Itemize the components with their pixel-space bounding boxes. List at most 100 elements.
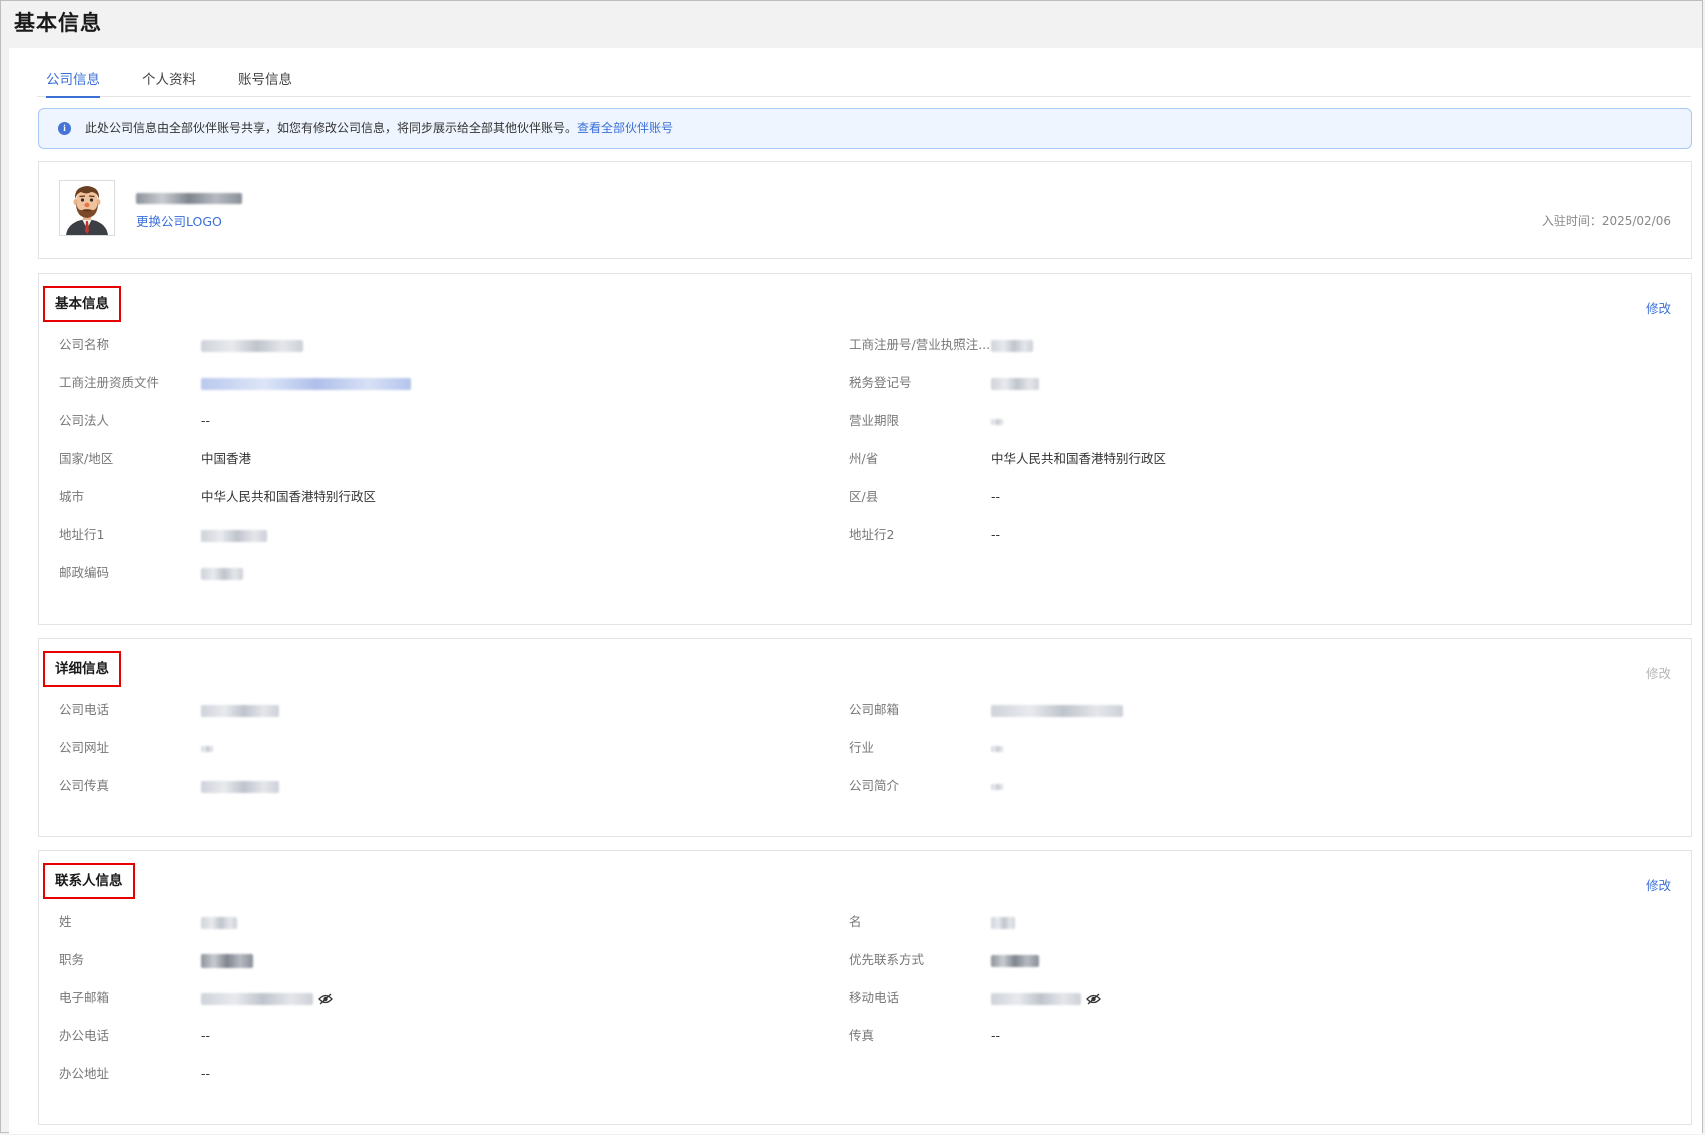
field-position: 职务 [59, 951, 839, 969]
field-value-redacted [201, 336, 303, 354]
field-label: 城市 [59, 489, 85, 504]
field-value: -- [991, 489, 1001, 504]
field-label: 营业期限 [849, 413, 900, 428]
field-value-redacted [991, 989, 1101, 1007]
field-value: -- [201, 1066, 211, 1081]
field-office-address: 办公地址 -- [59, 1065, 839, 1083]
field-company-website: 公司网址 [59, 739, 839, 757]
field-postcode: 邮政编码 [59, 564, 839, 582]
field-label: 办公电话 [59, 1028, 110, 1043]
basic-info-section: 基本信息 修改 公司名称 工商注册号/营业执照注... 工商注册资质文件 税务登… [38, 273, 1692, 625]
view-all-partners-link[interactable]: 查看全部伙伴账号 [577, 121, 673, 135]
field-label: 办公地址 [59, 1066, 110, 1081]
field-fax: 传真 -- [849, 1027, 1629, 1045]
eye-slash-icon[interactable] [318, 993, 333, 1005]
field-value-redacted [201, 739, 213, 757]
detail-info-section: 详细信息 修改 公司电话 公司邮箱 公司网址 行业 公司传真 公司简介 [38, 638, 1692, 837]
edit-detail-button[interactable]: 修改 [1646, 663, 1671, 682]
field-district: 区/县 -- [849, 488, 1629, 506]
field-label: 公司网址 [59, 740, 110, 755]
field-value: -- [201, 1028, 211, 1043]
field-label: 地址行2 [849, 527, 895, 542]
field-email: 电子邮箱 [59, 989, 839, 1007]
change-logo-link[interactable]: 更换公司LOGO [136, 211, 222, 230]
edit-basic-button[interactable]: 修改 [1646, 298, 1671, 317]
field-last-name: 姓 [59, 913, 839, 931]
field-industry: 行业 [849, 739, 1629, 757]
field-value-redacted [201, 777, 279, 795]
field-label: 移动电话 [849, 990, 900, 1005]
field-value-redacted [201, 913, 237, 931]
company-name-redacted [136, 188, 242, 207]
field-value-redacted [991, 913, 1015, 931]
field-label: 州/省 [849, 451, 879, 466]
field-value-redacted [991, 701, 1123, 719]
field-value: 中华人民共和国香港特别行政区 [991, 451, 1167, 466]
field-label: 公司电话 [59, 702, 110, 717]
field-value: -- [991, 527, 1001, 542]
field-registration-number: 工商注册号/营业执照注... [849, 336, 1629, 354]
field-label: 工商注册资质文件 [59, 375, 160, 390]
field-address-line-1: 地址行1 [59, 526, 839, 544]
edit-contact-button[interactable]: 修改 [1646, 875, 1671, 894]
field-company-intro: 公司简介 [849, 777, 1629, 795]
field-label: 工商注册号/营业执照注... [849, 337, 991, 352]
field-company-phone: 公司电话 [59, 701, 839, 719]
field-value-redacted [201, 564, 243, 582]
registration-file-link[interactable] [201, 374, 411, 392]
field-country: 国家/地区 中国香港 [59, 450, 839, 468]
avatar-image [60, 181, 114, 235]
field-value-redacted [991, 412, 1003, 430]
section-title-basic: 基本信息 [43, 286, 121, 322]
field-label: 公司名称 [59, 337, 110, 352]
field-province: 州/省 中华人民共和国香港特别行政区 [849, 450, 1629, 468]
field-label: 姓 [59, 914, 72, 929]
field-first-name: 名 [849, 913, 1629, 931]
field-label: 优先联系方式 [849, 952, 925, 967]
field-label: 邮政编码 [59, 565, 110, 580]
join-time: 入驻时间：2025/02/06 [1541, 214, 1671, 228]
info-icon: i [58, 122, 71, 135]
tab-bar: 公司信息 个人资料 账号信息 [37, 48, 1691, 98]
field-label: 职务 [59, 952, 85, 967]
field-value-redacted [991, 739, 1003, 757]
section-title-contact: 联系人信息 [43, 863, 135, 899]
field-company-email: 公司邮箱 [849, 701, 1629, 719]
field-city: 城市 中华人民共和国香港特别行政区 [59, 488, 839, 506]
company-header: 更换公司LOGO 入驻时间：2025/02/06 [38, 161, 1692, 259]
field-company-name: 公司名称 [59, 336, 839, 354]
field-preferred-contact: 优先联系方式 [849, 951, 1629, 969]
tab-account-info[interactable]: 账号信息 [238, 68, 292, 96]
field-label: 区/县 [849, 489, 879, 504]
field-value-redacted [201, 989, 333, 1007]
company-logo[interactable] [59, 180, 115, 236]
field-label: 名 [849, 914, 862, 929]
field-value: -- [991, 1028, 1001, 1043]
field-value-redacted [201, 701, 279, 719]
field-label: 电子邮箱 [59, 990, 110, 1005]
field-label: 公司传真 [59, 778, 110, 793]
field-label: 税务登记号 [849, 375, 912, 390]
section-title-detail: 详细信息 [43, 651, 121, 687]
field-value: -- [201, 413, 211, 428]
window-frame: 基本信息 公司信息 个人资料 账号信息 i 此处公司信息由全部伙伴账号共享，如您… [0, 0, 1703, 1134]
tab-personal-profile[interactable]: 个人资料 [142, 68, 196, 96]
field-address-line-2: 地址行2 -- [849, 526, 1629, 544]
field-tax-number: 税务登记号 [849, 374, 1629, 392]
field-value: 中华人民共和国香港特别行政区 [201, 489, 377, 504]
field-label: 传真 [849, 1028, 875, 1043]
field-label: 行业 [849, 740, 875, 755]
field-value-redacted [201, 526, 267, 544]
tab-company-info[interactable]: 公司信息 [46, 68, 100, 98]
field-value-redacted [991, 951, 1039, 969]
field-business-term: 营业期限 [849, 412, 1629, 430]
page-title: 基本信息 [14, 11, 102, 35]
eye-slash-icon[interactable] [1086, 993, 1101, 1005]
notice-text: 此处公司信息由全部伙伴账号共享，如您有修改公司信息，将同步展示给全部其他伙伴账号… [85, 121, 578, 135]
field-value-redacted [991, 777, 1003, 795]
field-registration-file: 工商注册资质文件 [59, 374, 839, 392]
field-value-redacted [991, 336, 1033, 354]
field-label: 国家/地区 [59, 451, 114, 466]
contact-info-section: 联系人信息 修改 姓 名 职务 优先联系方式 电子邮箱 移动电话 办公电话 --… [38, 850, 1692, 1125]
field-label: 公司简介 [849, 778, 900, 793]
